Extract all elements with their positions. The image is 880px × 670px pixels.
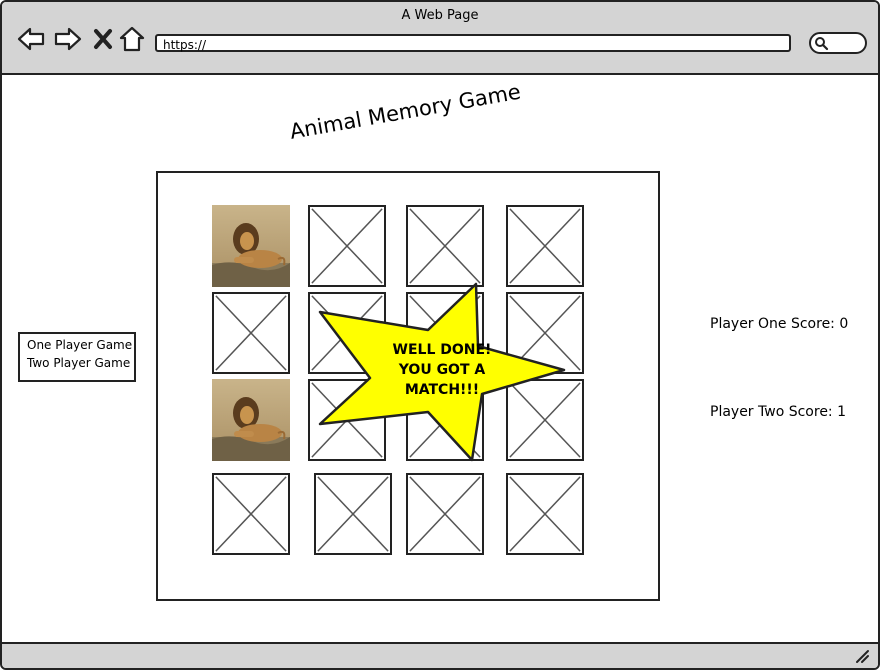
game-title: Animal Memory Game (287, 79, 523, 144)
browser-titlebar: A Web Page https:// (2, 2, 878, 75)
game-mode-menu: One Player Game Two Player Game (18, 332, 136, 382)
forward-arrow-icon[interactable] (53, 24, 83, 54)
stop-x-icon[interactable] (89, 24, 119, 54)
match-message-line1: WELL DONE! (392, 342, 492, 358)
match-message-line2: YOU GOT A (398, 362, 486, 378)
match-message: WELL DONE! YOU GOT A MATCH!!! (372, 340, 512, 400)
back-arrow-icon[interactable] (16, 24, 46, 54)
search-box[interactable] (809, 32, 867, 54)
card-hidden[interactable] (506, 473, 584, 555)
card-hidden[interactable] (212, 473, 290, 555)
browser-window: A Web Page https:// Animal Memory Game O… (0, 0, 880, 670)
match-message-line3: MATCH!!! (404, 382, 480, 398)
address-bar[interactable]: https:// (155, 34, 791, 52)
card-hidden[interactable] (212, 292, 290, 374)
resize-grip-icon[interactable] (854, 648, 870, 664)
player-one-score: Player One Score: 0 (710, 316, 849, 332)
card-hidden[interactable] (406, 205, 484, 287)
card-lion-revealed[interactable] (212, 205, 290, 287)
search-icon (815, 37, 829, 51)
menu-item-two-player[interactable]: Two Player Game (20, 355, 134, 373)
card-lion-revealed[interactable] (212, 379, 290, 461)
card-hidden[interactable] (314, 473, 392, 555)
player-two-score: Player Two Score: 1 (710, 404, 847, 420)
home-icon[interactable] (117, 24, 147, 54)
card-hidden[interactable] (506, 205, 584, 287)
status-bar (2, 642, 878, 668)
menu-item-one-player[interactable]: One Player Game (20, 337, 134, 355)
card-hidden[interactable] (406, 473, 484, 555)
window-title: A Web Page (401, 8, 479, 23)
card-hidden[interactable] (308, 205, 386, 287)
